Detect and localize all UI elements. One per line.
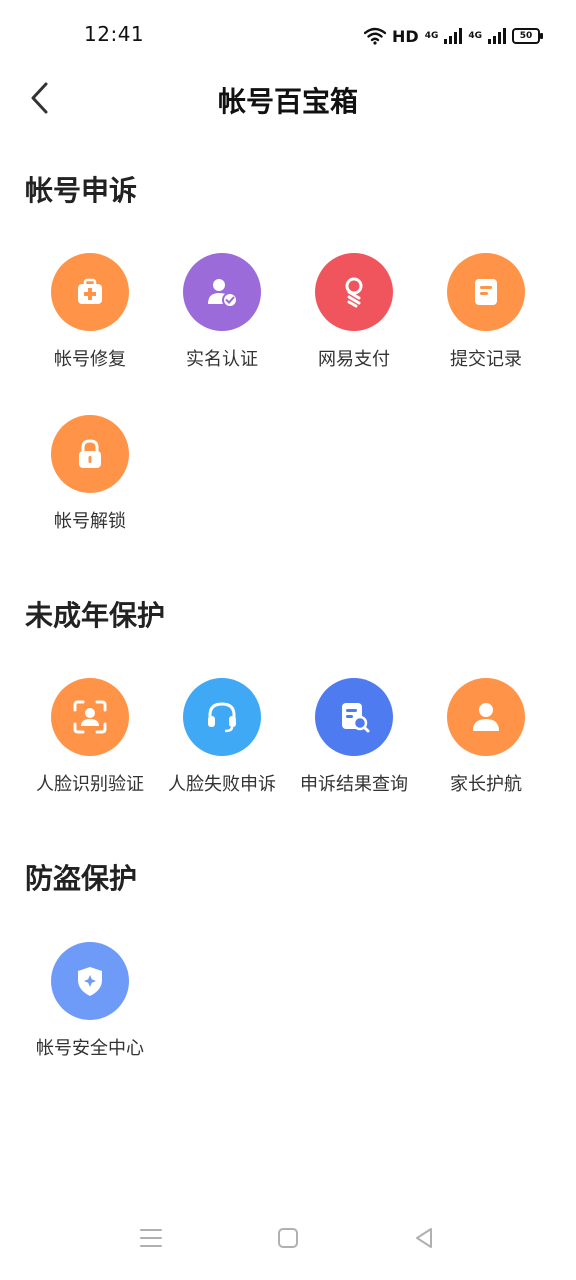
document-search-icon <box>342 703 370 733</box>
header: 帐号百宝箱 <box>0 72 576 124</box>
anti-theft-grid: 帐号安全中心 <box>24 942 552 1104</box>
account-security-center-button[interactable]: 帐号安全中心 <box>24 942 156 1104</box>
section-title-minor-protection: 未成年保护 <box>25 599 166 632</box>
medical-kit-icon <box>78 278 102 304</box>
account-repair-button[interactable]: 帐号修复 <box>24 253 156 415</box>
page-title: 帐号百宝箱 <box>217 85 358 118</box>
appeal-result-icon-circle <box>315 678 393 756</box>
parental-guardian-button[interactable]: 家长护航 <box>420 678 552 840</box>
document-list-icon <box>475 279 497 305</box>
netease-pay-icon-circle <box>315 253 393 331</box>
face-recognition-icon-circle <box>51 678 129 756</box>
section-title-anti-theft: 防盗保护 <box>25 862 138 895</box>
verified-user-icon <box>208 279 238 308</box>
battery-icon: 50 <box>512 28 543 44</box>
parental-guardian-icon-circle <box>447 678 525 756</box>
account-appeal-grid: 帐号修复 实名认证 网易支付 提交记录 帐号解锁 <box>24 253 552 577</box>
menu-icon <box>140 1229 162 1247</box>
account-unlock-label: 帐号解锁 <box>54 511 126 532</box>
section-title-account-appeal: 帐号申诉 <box>25 174 138 207</box>
face-failure-appeal-label: 人脸失败申诉 <box>168 774 276 795</box>
system-back-button[interactable] <box>410 1224 438 1252</box>
status-time: 12:41 <box>84 22 145 46</box>
back-triangle-icon <box>416 1228 432 1248</box>
appeal-result-query-button[interactable]: 申诉结果查询 <box>288 678 420 840</box>
submit-records-icon-circle <box>447 253 525 331</box>
headset-icon <box>208 702 236 733</box>
netease-pay-label: 网易支付 <box>318 349 390 370</box>
face-failure-icon-circle <box>183 678 261 756</box>
parent-user-icon <box>473 703 499 731</box>
hd-indicator: HD <box>392 26 419 46</box>
home-square-icon <box>278 1228 298 1248</box>
real-name-verification-button[interactable]: 实名认证 <box>156 253 288 415</box>
face-recognition-button[interactable]: 人脸识别验证 <box>24 678 156 840</box>
face-scan-icon <box>73 700 107 734</box>
minor-protection-grid: 人脸识别验证 人脸失败申诉 申诉结果查询 家长护航 <box>24 678 552 840</box>
netease-pay-button[interactable]: 网易支付 <box>288 253 420 415</box>
network-type-1: 4G <box>424 30 439 41</box>
system-nav-bar <box>0 1210 576 1266</box>
account-unlock-icon-circle <box>51 415 129 493</box>
submit-records-label: 提交记录 <box>450 349 522 370</box>
recent-apps-button[interactable] <box>137 1224 165 1252</box>
real-name-verification-label: 实名认证 <box>186 349 258 370</box>
appeal-result-query-label: 申诉结果查询 <box>300 774 408 795</box>
face-recognition-label: 人脸识别验证 <box>36 774 144 795</box>
face-failure-appeal-button[interactable]: 人脸失败申诉 <box>156 678 288 840</box>
status-bar: 12:41 HD 4G 4G 50 <box>0 0 576 72</box>
security-center-icon-circle <box>51 942 129 1020</box>
account-repair-label: 帐号修复 <box>54 349 126 370</box>
parental-guardian-label: 家长护航 <box>450 774 522 795</box>
submit-records-button[interactable]: 提交记录 <box>420 253 552 415</box>
wifi-icon <box>364 27 387 45</box>
signal-icon <box>444 28 463 44</box>
account-repair-icon-circle <box>51 253 129 331</box>
signal-icon <box>488 28 506 44</box>
real-name-icon-circle <box>183 253 261 331</box>
page: 12:41 HD 4G 4G 50 帐号百宝箱 帐号申诉 帐号修复 实名认证 网… <box>0 0 576 1280</box>
lock-icon <box>79 439 101 468</box>
account-unlock-button[interactable]: 帐号解锁 <box>24 415 156 577</box>
account-security-center-label: 帐号安全中心 <box>36 1038 144 1059</box>
status-icons: HD 4G 4G 50 <box>364 24 543 48</box>
payment-ribbon-icon <box>345 277 363 308</box>
network-type-2: 4G <box>468 30 482 41</box>
shield-icon <box>78 967 102 996</box>
home-button[interactable] <box>274 1224 302 1252</box>
